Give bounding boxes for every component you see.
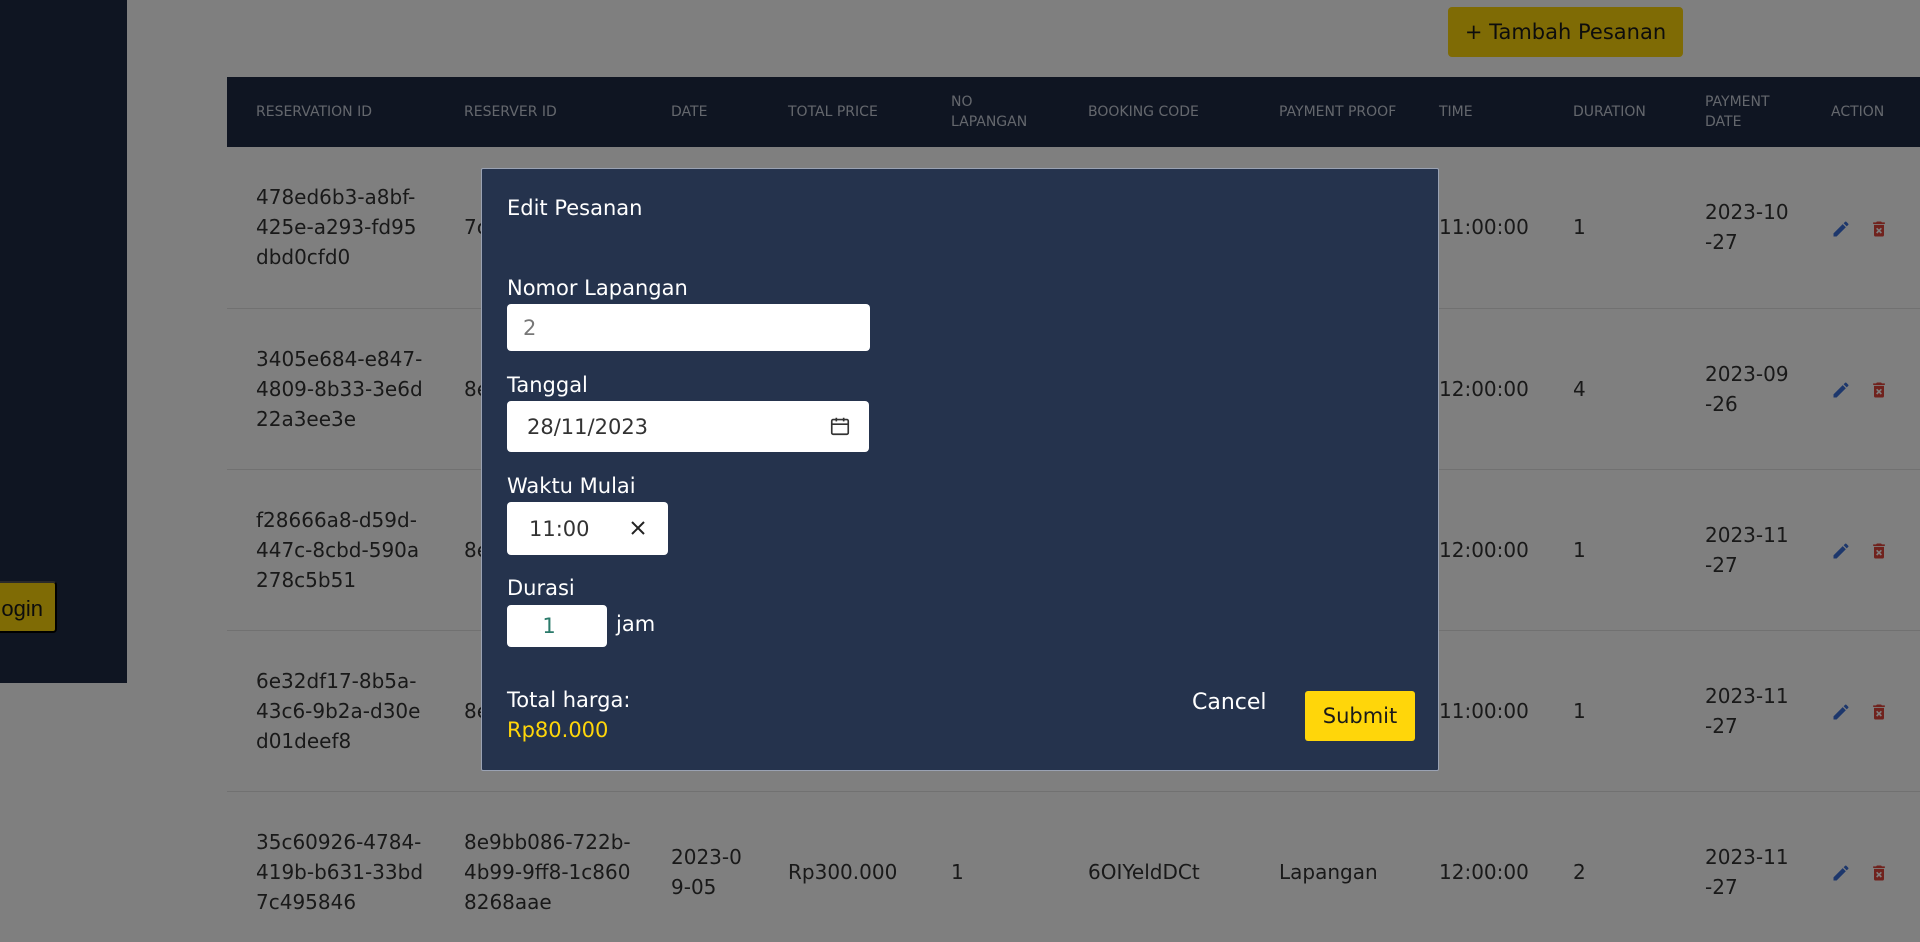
- edit-order-modal: Edit Pesanan Nomor Lapangan 2 Tanggal 28…: [481, 168, 1439, 771]
- close-icon[interactable]: [630, 520, 646, 536]
- calendar-icon[interactable]: [829, 415, 851, 437]
- lapangan-label: Nomor Lapangan: [507, 276, 688, 300]
- durasi-input[interactable]: 1: [507, 605, 607, 647]
- tanggal-label: Tanggal: [507, 373, 588, 397]
- cancel-button[interactable]: Cancel: [1192, 690, 1267, 715]
- tanggal-input[interactable]: 28/11/2023: [507, 401, 869, 452]
- waktu-input[interactable]: 11:00: [507, 502, 668, 555]
- durasi-value: 1: [542, 614, 556, 638]
- total-label: Total harga:: [507, 688, 631, 712]
- durasi-unit: jam: [616, 612, 656, 636]
- modal-title: Edit Pesanan: [507, 196, 643, 220]
- lapangan-input[interactable]: 2: [507, 304, 870, 351]
- lapangan-value: 2: [523, 315, 537, 340]
- waktu-value: 11:00: [529, 516, 590, 541]
- total-value: Rp80.000: [507, 718, 609, 742]
- waktu-label: Waktu Mulai: [507, 474, 636, 498]
- submit-button[interactable]: Submit: [1305, 691, 1415, 741]
- durasi-label: Durasi: [507, 576, 575, 600]
- tanggal-value: 28/11/2023: [527, 414, 649, 439]
